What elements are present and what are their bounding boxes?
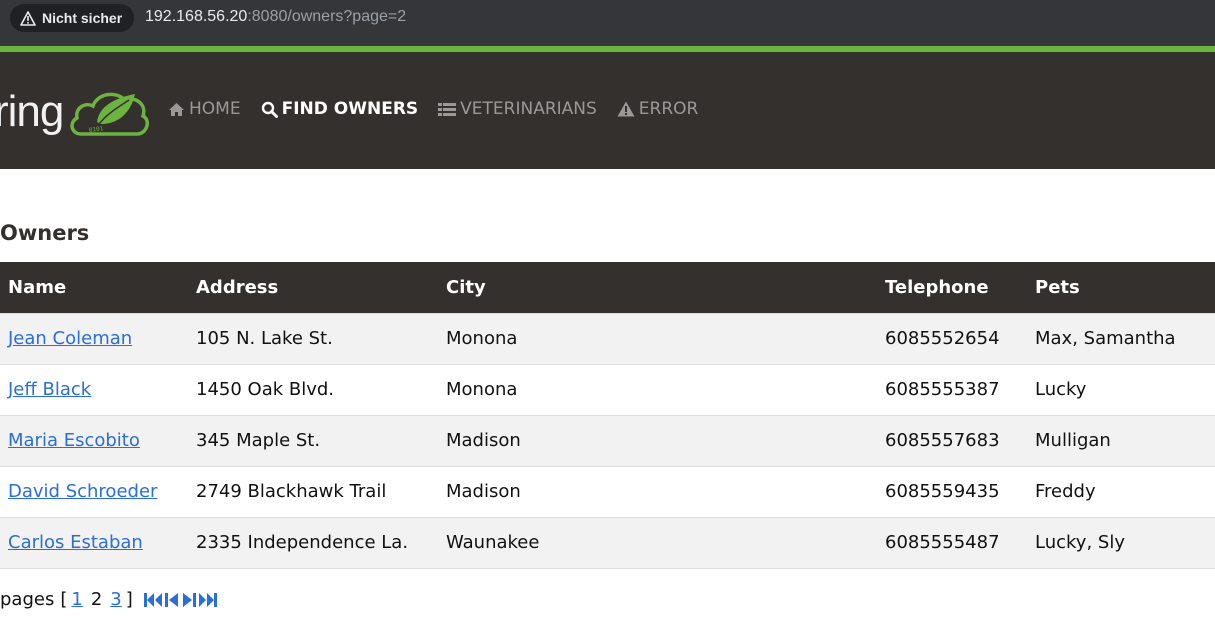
owner-name-cell: Jean Coleman [0,313,188,364]
nav-home[interactable]: HOME [168,99,241,119]
warning-icon [617,101,635,117]
table-row: Maria Escobito 345 Maple St. Madison 608… [0,415,1215,466]
telephone-cell: 6085555487 [885,532,1000,553]
nav-error[interactable]: ERROR [617,99,699,119]
nav-find-owners[interactable]: FIND OWNERS [261,99,419,119]
address-cell: 2749 Blackhawk Trail [196,481,387,502]
owners-table: Name Address City Telephone Pets Jean Co… [0,262,1215,569]
telephone-cell: 6085557683 [885,430,1000,451]
telephone-cell: 6085559435 [885,481,1000,502]
telephone-cell: 6085555387 [885,379,1000,400]
city-cell: Madison [446,430,521,451]
pager-label: pages [0,589,55,610]
table-row: David Schroeder 2749 Blackhawk Trail Mad… [0,466,1215,517]
header-pets: Pets [1035,276,1080,298]
browser-address-bar: Nicht sicher 192.168.56.20:8080/owners?p… [0,0,1215,38]
city-cell: Waunakee [446,532,540,553]
owner-link[interactable]: Jean Coleman [8,328,132,349]
pets-cell: Freddy [1035,481,1096,502]
warning-triangle-icon [20,10,36,26]
pets-cell: Mulligan [1035,430,1111,451]
nav-home-label: HOME [189,99,241,119]
address-cell: 2335 Independence La. [196,532,409,553]
owner-name-cell: David Schroeder [0,466,188,517]
table-header-row: Name Address City Telephone Pets [0,262,1215,313]
page-title: Owners [0,221,90,245]
telephone-cell: 6085552654 [885,328,1000,349]
search-icon [261,101,278,118]
owner-link[interactable]: Jeff Black [8,379,91,400]
url-path: :8080/owners?page=2 [247,8,407,25]
security-warning-chip[interactable]: Nicht sicher [10,4,135,32]
nav-veterinarians[interactable]: VETERINARIANS [438,99,597,119]
main-nav: HOME FIND OWNERS VETERINARIANS ERROR [168,99,718,119]
spring-logo[interactable]: ring 0101 [0,82,150,142]
address-cell: 345 Maple St. [196,430,321,451]
nav-veterinarians-label: VETERINARIANS [460,99,597,119]
list-icon [438,102,457,116]
owner-link[interactable]: Carlos Estaban [8,532,143,553]
header-telephone: Telephone [885,276,989,298]
pets-cell: Max, Samantha [1035,328,1176,349]
page-link-3[interactable]: 3 [110,589,121,610]
owner-name-cell: Maria Escobito [0,415,188,466]
url-host: 192.168.56.20 [145,8,248,25]
address-cell: 1450 Oak Blvd. [196,379,335,400]
toolbar-divider [0,38,1215,46]
last-page-icon[interactable] [198,591,218,609]
header-city: City [446,276,486,298]
header-address: Address [196,276,279,298]
table-row: Jean Coleman 105 N. Lake St. Monona 6085… [0,313,1215,364]
spring-leaf-cloud-icon: 0101 [70,92,150,136]
owner-link[interactable]: David Schroeder [8,481,157,502]
owner-name-cell: Carlos Estaban [0,517,188,568]
pager-open-bracket: [ [60,589,68,610]
pagination: pages [ 1 2 3 ] [0,589,219,610]
city-cell: Madison [446,481,521,502]
owner-link[interactable]: Maria Escobito [8,430,140,451]
page-link-1[interactable]: 1 [71,589,82,610]
owner-name-cell: Jeff Black [0,364,188,415]
navbar: ring 0101 HOME FIND OWNERS VETERINARIANS… [0,52,1215,169]
city-cell: Monona [446,379,518,400]
city-cell: Monona [446,328,518,349]
next-page-icon[interactable] [181,591,197,609]
home-icon [169,102,184,116]
table-row: Jeff Black 1450 Oak Blvd. Monona 6085555… [0,364,1215,415]
pets-cell: Lucky [1035,379,1087,400]
pager-close-bracket: ] [125,589,133,610]
logo-text: ring [0,87,64,136]
security-label: Nicht sicher [42,10,123,26]
first-page-icon[interactable] [143,591,163,609]
header-name: Name [8,276,67,298]
nav-error-label: ERROR [638,99,699,119]
url-field[interactable]: 192.168.56.20:8080/owners?page=2 [145,8,406,26]
pets-cell: Lucky, Sly [1035,532,1125,553]
pager-nav-icons [143,591,219,609]
nav-find-owners-label: FIND OWNERS [281,99,419,119]
page-current: 2 [90,589,103,610]
address-cell: 105 N. Lake St. [196,328,333,349]
previous-page-icon[interactable] [164,591,180,609]
table-row: Carlos Estaban 2335 Independence La. Wau… [0,517,1215,568]
